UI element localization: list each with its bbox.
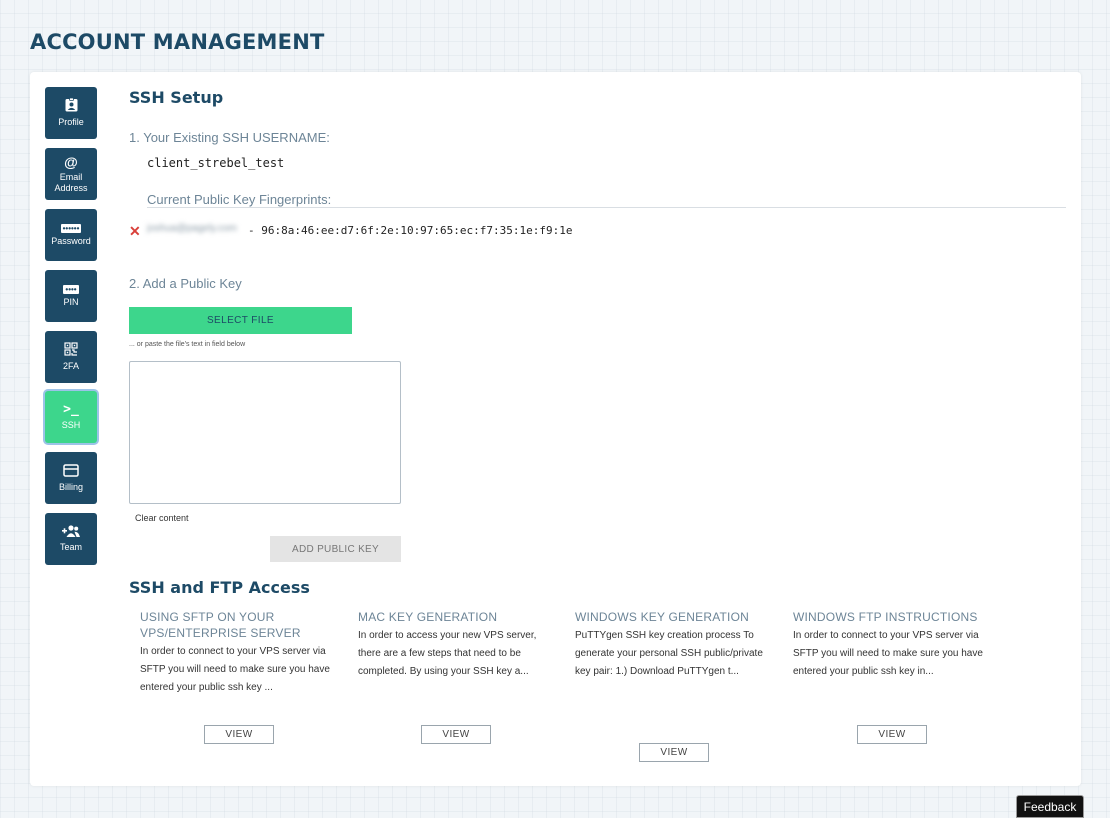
access-card-windows-key: WINDOWS KEY GENERATION PuTTYgen SSH key … (575, 609, 775, 681)
access-card-body: In order to access your new VPS server, … (358, 630, 537, 677)
sidebar-item-label: Password (51, 235, 91, 246)
qr-code-icon (64, 342, 78, 358)
view-sftp-button[interactable]: VIEW (204, 725, 274, 744)
sidebar-item-billing[interactable]: Billing (45, 452, 97, 504)
ssh-setup-title: SSH Setup (129, 88, 224, 107)
terminal-prompt-icon: >_ (63, 402, 79, 417)
password-dots-icon: •••••• (60, 223, 82, 233)
access-card-title: USING SFTP ON YOUR VPS/ENTERPRISE SERVER (140, 610, 301, 640)
sidebar-item-label: PIN (63, 296, 79, 307)
add-public-key-button[interactable]: ADD PUBLIC KEY (270, 536, 401, 562)
add-user-icon (62, 525, 80, 539)
ssh-ftp-access-title: SSH and FTP Access (129, 578, 310, 597)
view-windows-ftp-button[interactable]: VIEW (857, 725, 927, 744)
pin-dots-icon: •••• (63, 284, 79, 294)
access-card-body: In order to connect to your VPS server v… (140, 646, 330, 693)
fingerprints-label: Current Public Key Fingerprints: (147, 192, 332, 207)
sidebar-item-password[interactable]: •••••• Password (45, 209, 97, 261)
sidebar-item-label: 2FA (62, 361, 79, 371)
sidebar-item-ssh[interactable]: >_ SSH (45, 391, 97, 443)
access-card-windows-ftp: WINDOWS FTP INSTRUCTIONS In order to con… (793, 609, 993, 681)
access-card-title: WINDOWS FTP INSTRUCTIONS (793, 610, 978, 624)
divider (147, 207, 1066, 208)
feedback-button[interactable]: Feedback (1016, 795, 1084, 818)
sidebar-item-label: Profile (58, 117, 84, 127)
sidebar-item-profile[interactable]: Profile (45, 87, 97, 139)
remove-key-icon[interactable]: ✕ (129, 223, 141, 240)
sidebar-item-label: Billing (58, 481, 83, 492)
access-card-title: MAC KEY GENERATION (358, 610, 498, 624)
ssh-username-value: client_strebel_test (147, 156, 285, 170)
ssh-username-label: 1. Your Existing SSH USERNAME: (129, 130, 330, 145)
at-icon: @ (64, 153, 78, 170)
fingerprint-value: - 96:8a:46:ee:d7:6f:2e:10:97:65:ec:f7:35… (248, 224, 573, 237)
credit-card-icon (63, 463, 79, 479)
view-windows-key-button[interactable]: VIEW (639, 743, 709, 762)
account-card: Profile @ Email Address •••••• Password … (30, 72, 1081, 786)
view-mac-button[interactable]: VIEW (421, 725, 491, 744)
access-card-body: In order to connect to your VPS server v… (793, 630, 983, 677)
fingerprint-owner-redacted: joshua@pagely.com (147, 223, 238, 234)
sidebar-item-label: Email Address (54, 171, 88, 193)
sidebar-item-team[interactable]: Team (45, 513, 97, 565)
clear-content-link[interactable]: Clear content (135, 513, 189, 523)
sidebar-item-label: SSH (61, 420, 81, 430)
sidebar-item-label: Team (59, 542, 82, 552)
add-key-label: 2. Add a Public Key (129, 276, 242, 291)
sidebar-item-pin[interactable]: •••• PIN (45, 270, 97, 322)
id-badge-icon (65, 97, 78, 114)
paste-hint: ... or paste the file's text in field be… (129, 341, 246, 348)
select-file-button[interactable]: SELECT FILE (129, 307, 352, 334)
sidebar-item-email[interactable]: @ Email Address (45, 148, 97, 200)
page-title: ACCOUNT MANAGEMENT (30, 30, 325, 54)
access-card-body: PuTTYgen SSH key creation process To gen… (575, 630, 763, 677)
sidebar-item-2fa[interactable]: 2FA (45, 331, 97, 383)
public-key-textarea[interactable] (129, 361, 401, 504)
access-card-title: WINDOWS KEY GENERATION (575, 610, 749, 624)
access-card-mac: MAC KEY GENERATION In order to access yo… (358, 609, 558, 681)
access-card-sftp: USING SFTP ON YOUR VPS/ENTERPRISE SERVER… (140, 609, 340, 697)
